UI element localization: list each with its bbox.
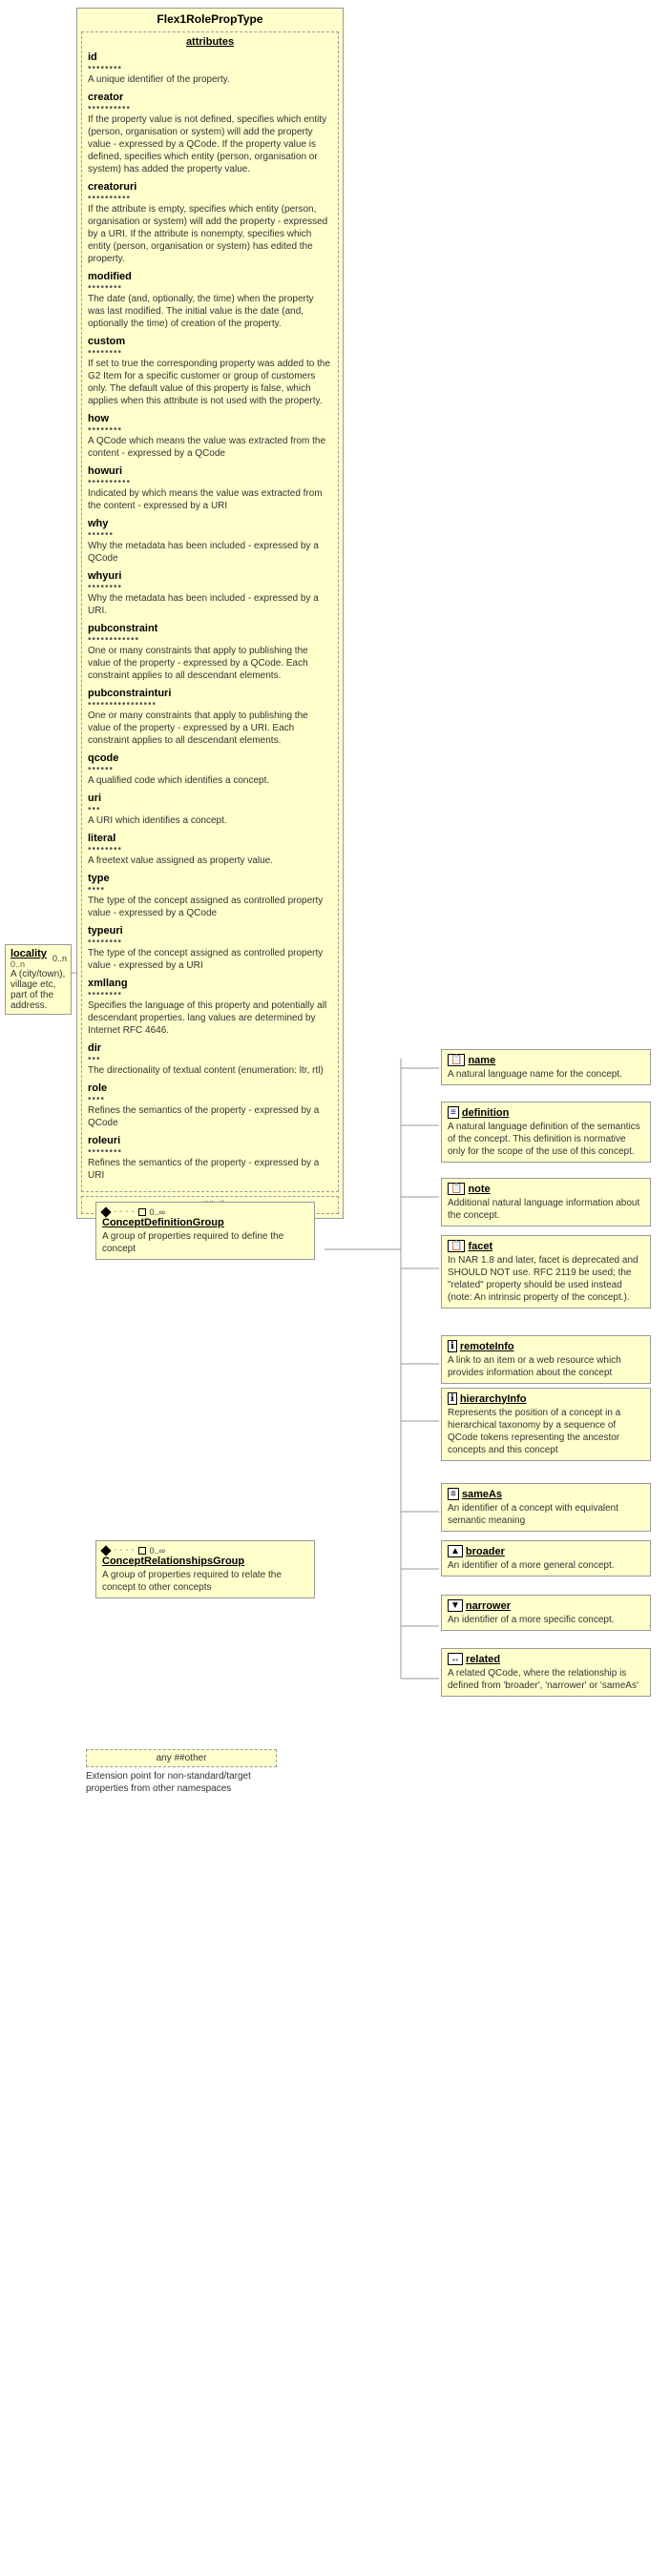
related-icon: ↔ [448,1653,463,1665]
bottom-any-other-label: any ##other [86,1749,277,1767]
sameas-box: ≡ sameAs An identifier of a concept with… [441,1483,651,1532]
attr-id: id •••••••• A unique identifier of the p… [88,52,332,86]
note-box: 📋 note Additional natural language infor… [441,1178,651,1226]
narrower-title: narrower [466,1600,511,1612]
broader-box: ▲ broader An identifier of a more genera… [441,1540,651,1577]
related-box: ↔ related A related QCode, where the rel… [441,1648,651,1697]
bottom-any-other-section: any ##other Extension point for non-stan… [86,1745,277,1795]
remoteinfo-icon: ℹ [448,1340,457,1352]
facet-box: 📋 facet In NAR 1.8 and later, facet is d… [441,1235,651,1309]
broader-title: broader [466,1546,505,1557]
crg-multiplicity: 0..∞ [150,1546,165,1556]
note-icon: 📋 [448,1183,465,1195]
name-box: 📋 name A natural language name for the c… [441,1049,651,1085]
locality-desc: A (city/town), village etc, part of the … [10,969,66,1011]
sameas-desc: An identifier of a concept with equivale… [448,1502,644,1527]
facet-icon: 📋 [448,1240,465,1252]
broader-desc: An identifier of a more general concept. [448,1559,644,1572]
attr-typeuri: typeuri •••••••• The type of the concept… [88,925,332,972]
crg-title: ConceptRelationshipsGroup [102,1556,308,1567]
cdg-title: ConceptDefinitionGroup [102,1217,308,1228]
attr-dir: dir ••• The directionality of textual co… [88,1042,332,1077]
definition-icon: ≡ [448,1106,459,1119]
name-icon: 📋 [448,1054,465,1066]
hierarchyinfo-title: hierarchyInfo [460,1393,527,1405]
crg-dots-icon: - - - - [114,1545,135,1556]
attributes-header: attributes [88,36,332,48]
attr-pubconstrainturi: pubconstrainturi •••••••••••••••• One or… [88,688,332,747]
attr-how: how •••••••• A QCode which means the val… [88,413,332,460]
attr-pubconstraint: pubconstraint •••••••••••• One or many c… [88,623,332,682]
cdg-multiplicity: 0..∞ [150,1207,165,1217]
cdg-desc: A group of properties required to define… [102,1230,308,1255]
related-desc: A related QCode, where the relationship … [448,1667,644,1692]
attr-uri: uri ••• A URI which identifies a concept… [88,793,332,827]
name-title: name [468,1055,495,1066]
attr-roleuri: roleuri •••••••• Refines the semantics o… [88,1135,332,1182]
narrower-desc: An identifier of a more specific concept… [448,1614,644,1626]
hierarchyinfo-desc: Represents the position of a concept in … [448,1407,644,1456]
note-desc: Additional natural language information … [448,1197,644,1222]
crg-box-icon [138,1547,146,1555]
attr-type: type •••• The type of the concept assign… [88,873,332,919]
attr-creatoruri: creatoruri •••••••••• If the attribute i… [88,181,332,265]
sameas-title: sameAs [462,1489,502,1500]
attr-creator: creator •••••••••• If the property value… [88,92,332,175]
definition-title: definition [462,1107,510,1119]
cdg-diamond-icon [100,1206,111,1217]
concept-relationships-group-box: - - - - 0..∞ ConceptRelationshipsGroup A… [95,1540,315,1598]
attr-why: why •••••• Why the metadata has been inc… [88,518,332,565]
attr-literal: literal •••••••• A freetext value assign… [88,833,332,867]
name-desc: A natural language name for the concept. [448,1068,644,1081]
bottom-any-other-desc: Extension point for non-standard/target … [86,1770,277,1795]
sameas-icon: ≡ [448,1488,459,1500]
attr-modified: modified •••••••• The date (and, optiona… [88,271,332,330]
remoteinfo-desc: A link to an item or a web resource whic… [448,1354,644,1379]
narrower-icon: ▼ [448,1599,463,1612]
cdg-dots-icon: - - - - [114,1206,135,1217]
concept-definitions-group-box: - - - - 0..∞ ConceptDefinitionGroup A gr… [95,1202,315,1260]
crg-desc: A group of properties required to relate… [102,1569,308,1594]
main-box-title: Flex1RolePropType [81,12,339,26]
attr-whyuri: whyuri •••••••• Why the metadata has bee… [88,570,332,617]
attributes-section: attributes id •••••••• A unique identifi… [81,31,339,1192]
attr-custom: custom •••••••• If set to true the corre… [88,336,332,407]
broader-icon: ▲ [448,1545,463,1557]
attr-howuri: howuri •••••••••• Indicated by which mea… [88,465,332,512]
remoteinfo-box: ℹ remoteInfo A link to an item or a web … [441,1335,651,1384]
remoteinfo-title: remoteInfo [460,1341,514,1352]
facet-desc: In NAR 1.8 and later, facet is deprecate… [448,1254,644,1304]
attr-xmllang: xmllang •••••••• Specifies the language … [88,978,332,1037]
attr-qcode: qcode •••••• A qualified code which iden… [88,752,332,787]
attr-role: role •••• Refines the semantics of the p… [88,1082,332,1129]
facet-title: facet [468,1241,492,1252]
narrower-box: ▼ narrower An identifier of a more speci… [441,1595,651,1631]
definition-box: ≡ definition A natural language definiti… [441,1102,651,1163]
hierarchyinfo-icon: ℹ [448,1392,457,1405]
cdg-box-icon [138,1208,146,1216]
note-title: note [468,1184,490,1195]
definition-desc: A natural language definition of the sem… [448,1121,644,1158]
locality-multiplicity-label: 0..n [52,954,67,963]
main-type-box: Flex1RolePropType attributes id ••••••••… [76,8,344,1219]
hierarchyinfo-box: ℹ hierarchyInfo Represents the position … [441,1388,651,1461]
crg-diamond-icon [100,1545,111,1556]
related-title: related [466,1654,500,1665]
